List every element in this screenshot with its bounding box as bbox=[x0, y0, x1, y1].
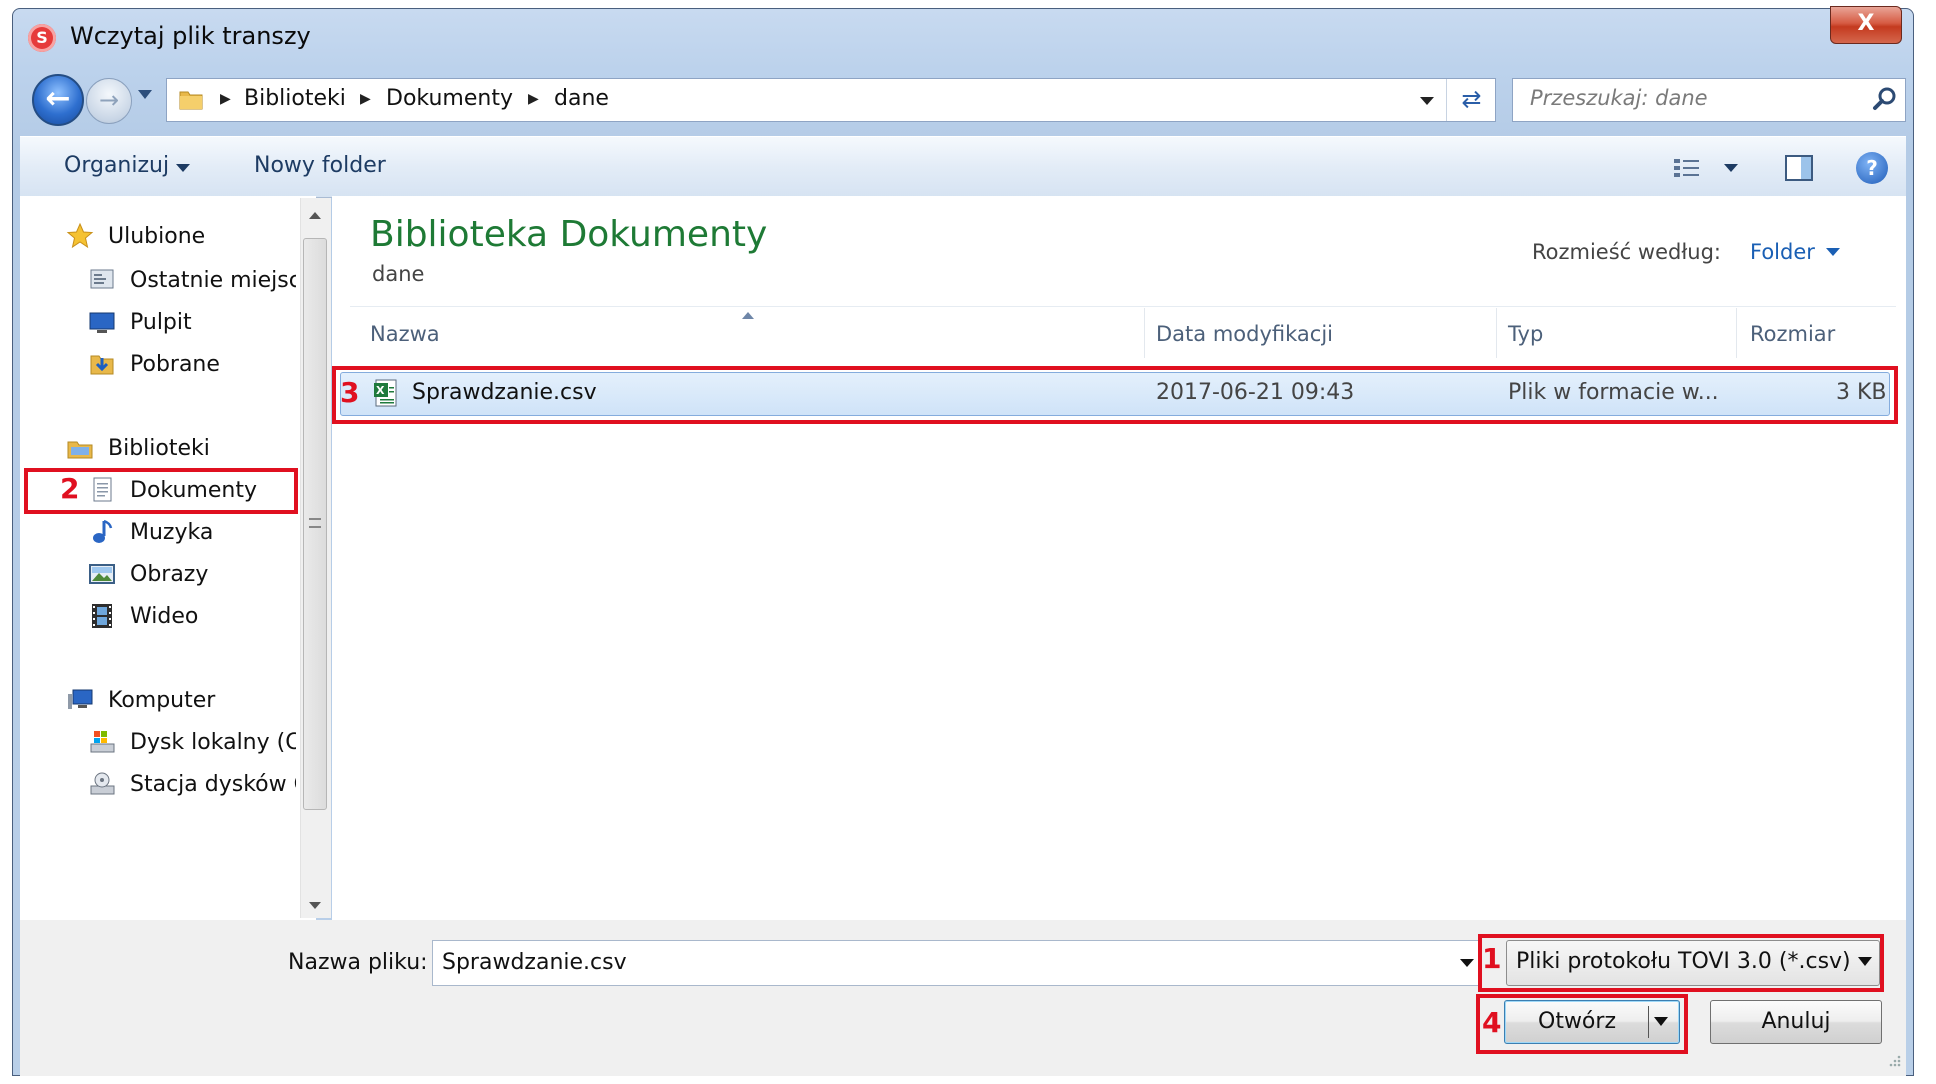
close-button[interactable]: X bbox=[1830, 6, 1902, 44]
file-list-pane bbox=[332, 196, 1906, 920]
views-dropdown-icon[interactable] bbox=[1724, 164, 1738, 172]
scroll-down-icon[interactable] bbox=[309, 902, 321, 909]
column-header-size[interactable]: Rozmiar bbox=[1750, 322, 1835, 346]
help-icon[interactable]: ? bbox=[1856, 152, 1888, 184]
local-disk-icon bbox=[90, 731, 115, 753]
chevron-down-icon[interactable] bbox=[176, 164, 190, 172]
breadcrumb-separator-icon: ▶ bbox=[360, 91, 371, 107]
annotation-box-1 bbox=[1478, 934, 1884, 992]
preview-pane-icon[interactable] bbox=[1784, 154, 1814, 182]
sidebar-item-cd-drive[interactable]: Stacja dysków CD bbox=[130, 772, 296, 797]
column-divider[interactable] bbox=[1496, 308, 1497, 358]
chevron-down-icon[interactable] bbox=[1826, 248, 1840, 256]
sidebar-item-pictures[interactable]: Obrazy bbox=[130, 562, 208, 587]
annotation-number-4: 4 bbox=[1482, 1006, 1502, 1039]
downloads-icon bbox=[90, 355, 114, 375]
libraries-icon bbox=[67, 441, 93, 459]
scrollbar-grip-icon bbox=[309, 518, 321, 528]
organize-button[interactable]: Organizuj bbox=[64, 153, 169, 178]
sidebar-group-favorites[interactable]: Ulubione bbox=[108, 224, 205, 249]
annotation-number-1: 1 bbox=[1482, 942, 1502, 975]
arrange-by-dropdown[interactable]: Folder bbox=[1750, 240, 1815, 264]
divider bbox=[350, 306, 1896, 307]
column-header-type[interactable]: Typ bbox=[1508, 322, 1543, 346]
computer-icon bbox=[68, 689, 93, 709]
new-folder-button[interactable]: Nowy folder bbox=[254, 153, 386, 178]
breadcrumb-separator-icon: ▶ bbox=[528, 91, 539, 107]
annotation-number-3: 3 bbox=[340, 376, 360, 409]
sidebar-item-recent-places[interactable]: Ostatnie miejsca bbox=[130, 268, 296, 293]
annotation-number-2: 2 bbox=[60, 472, 80, 505]
window-title: Wczytaj plik transzy bbox=[70, 22, 311, 50]
breadcrumb-biblioteki[interactable]: Biblioteki bbox=[244, 86, 346, 111]
sidebar-item-music[interactable]: Muzyka bbox=[130, 520, 213, 545]
desktop-icon bbox=[89, 312, 115, 333]
resize-grip-icon[interactable] bbox=[1886, 1052, 1902, 1068]
sidebar-item-video[interactable]: Wideo bbox=[130, 604, 198, 629]
library-subtitle: dane bbox=[372, 262, 425, 286]
back-button[interactable]: ← bbox=[32, 74, 84, 126]
scroll-up-icon[interactable] bbox=[309, 212, 321, 219]
cd-drive-icon bbox=[90, 772, 115, 795]
refresh-button[interactable]: ⇄ bbox=[1446, 79, 1496, 121]
music-icon bbox=[93, 519, 113, 543]
app-icon: S bbox=[28, 24, 56, 52]
column-divider[interactable] bbox=[1736, 308, 1737, 358]
folder-icon bbox=[179, 91, 203, 110]
column-divider[interactable] bbox=[1144, 308, 1145, 358]
sidebar-item-local-disk[interactable]: Dysk lokalny (C:) bbox=[130, 730, 296, 755]
arrange-by-label: Rozmieść według: bbox=[1532, 240, 1721, 264]
navigation-pane bbox=[20, 196, 316, 920]
filename-history-dropdown-icon[interactable] bbox=[1460, 959, 1474, 967]
pictures-icon bbox=[89, 564, 115, 584]
breadcrumb-dokumenty[interactable]: Dokumenty bbox=[386, 86, 513, 111]
annotation-box-3 bbox=[332, 366, 1898, 424]
search-placeholder: Przeszukaj: dane bbox=[1530, 86, 1708, 110]
forward-button[interactable]: → bbox=[86, 78, 132, 124]
sidebar-item-downloads[interactable]: Pobrane bbox=[130, 352, 220, 377]
recent-places-icon bbox=[90, 269, 114, 289]
video-icon bbox=[92, 604, 112, 628]
sidebar-group-computer[interactable]: Komputer bbox=[108, 688, 215, 713]
search-icon[interactable] bbox=[1870, 84, 1900, 114]
library-title: Biblioteka Dokumenty bbox=[370, 214, 768, 255]
cancel-button[interactable]: Anuluj bbox=[1710, 1000, 1882, 1044]
filename-value[interactable]: Sprawdzanie.csv bbox=[442, 950, 627, 975]
sidebar-group-libraries[interactable]: Biblioteki bbox=[108, 436, 210, 461]
breadcrumb-separator-icon: ▶ bbox=[220, 91, 231, 107]
filename-label: Nazwa pliku: bbox=[288, 950, 428, 975]
star-icon bbox=[66, 222, 94, 249]
column-header-date[interactable]: Data modyfikacji bbox=[1156, 322, 1333, 346]
sidebar-item-desktop[interactable]: Pulpit bbox=[130, 310, 192, 335]
column-header-name[interactable]: Nazwa bbox=[370, 322, 440, 346]
sort-ascending-icon bbox=[742, 312, 754, 319]
breadcrumb-dane[interactable]: dane bbox=[554, 86, 609, 111]
history-dropdown-icon[interactable] bbox=[138, 90, 152, 99]
address-dropdown-icon[interactable] bbox=[1420, 97, 1434, 105]
change-view-icon[interactable] bbox=[1672, 156, 1704, 180]
annotation-box-4 bbox=[1476, 994, 1688, 1054]
